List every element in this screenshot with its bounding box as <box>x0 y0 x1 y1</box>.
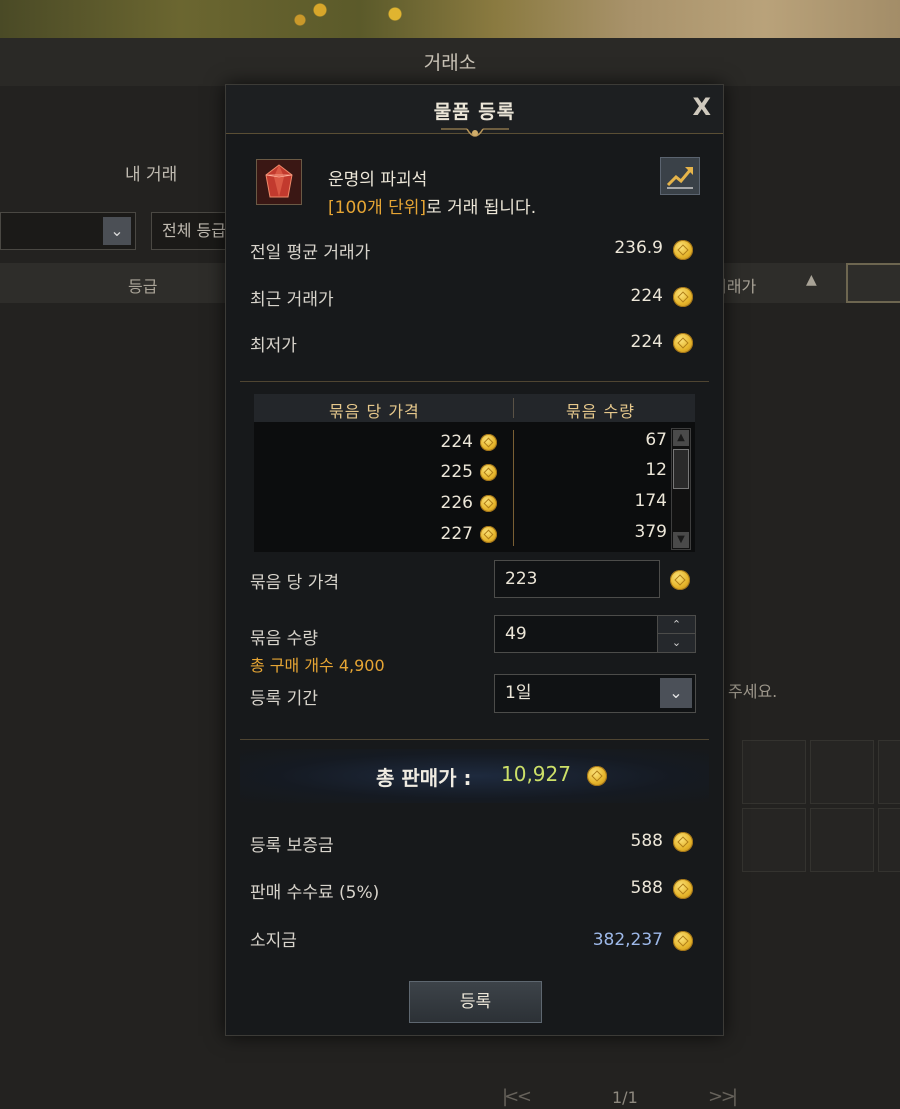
deposit-label: 등록 보증금 <box>250 836 334 856</box>
item-unit-note: [100개 단위]로 거래 됩니다. <box>328 193 536 218</box>
category-select[interactable]: ⌄ <box>0 212 136 250</box>
total-sale-banner <box>240 749 709 803</box>
slot <box>742 740 806 804</box>
bundle-qty-value: 49 <box>505 624 527 644</box>
listing-qty[interactable]: 67 <box>645 430 667 450</box>
item-name: 운명의 파괴석 <box>328 170 428 190</box>
total-sale-label: 총 판매가 : <box>376 766 472 790</box>
divider <box>240 381 709 382</box>
slot <box>810 808 874 872</box>
bundle-price-input[interactable]: 223 <box>494 560 660 598</box>
gold-coin-icon <box>670 570 690 590</box>
market-listing-table: 묶음 당 가격 묶음 수량 224 67 225 12 226 174 227 … <box>254 394 695 552</box>
period-label: 등록 기간 <box>250 689 318 709</box>
listing-scrollbar[interactable]: ▲ ▼ <box>671 428 691 550</box>
gold-coin-icon <box>480 526 497 543</box>
period-select[interactable]: 1일 ⌄ <box>494 674 696 713</box>
quantity-stepper[interactable]: ⌃ ⌄ <box>657 616 695 654</box>
empty-notice: 주세요. <box>728 682 778 701</box>
listing-price[interactable]: 226 <box>441 493 473 513</box>
bundle-qty-input[interactable]: 49 ⌃ ⌄ <box>494 615 696 653</box>
gold-coin-icon <box>480 434 497 451</box>
sales-fee-label: 판매 수수료 (5%) <box>250 883 380 903</box>
gold-coin-icon <box>673 879 693 899</box>
scrollbar-thumb[interactable] <box>673 449 689 489</box>
recent-price-label: 최근 거래가 <box>250 290 334 310</box>
lowest-price-label: 최저가 <box>250 336 297 356</box>
owned-gold-label: 소지금 <box>250 931 297 951</box>
background-scenery <box>0 0 900 38</box>
register-button[interactable]: 등록 <box>409 981 542 1023</box>
header-box <box>846 263 900 303</box>
column-bundle-qty: 묶음 수량 <box>566 402 635 421</box>
close-icon[interactable]: X <box>692 93 711 121</box>
unit-suffix: 로 거래 됩니다. <box>426 198 537 218</box>
dialog-title: 물품 등록 <box>433 101 516 123</box>
pager-next-icon[interactable]: > >| <box>708 1086 738 1107</box>
stepper-up-icon[interactable]: ⌃ <box>657 616 695 634</box>
divider <box>240 739 709 740</box>
gold-coin-icon <box>673 333 693 353</box>
gold-coin-icon <box>480 495 497 512</box>
slot <box>878 740 900 804</box>
tab-my-trade[interactable]: 내 거래 <box>125 160 177 185</box>
listing-qty[interactable]: 12 <box>645 460 667 480</box>
gold-coin-icon <box>587 766 607 786</box>
red-gem-icon <box>256 159 302 205</box>
column-bundle-price: 묶음 당 가격 <box>329 402 420 421</box>
unit-highlight: [100개 단위] <box>328 198 427 218</box>
gold-coin-icon <box>673 240 693 260</box>
gold-coin-icon <box>673 931 693 951</box>
gold-coin-icon <box>673 832 693 852</box>
gold-coin-icon <box>673 287 693 307</box>
ornament-icon <box>441 128 509 137</box>
listing-qty[interactable]: 379 <box>635 522 667 542</box>
gold-coin-icon <box>480 464 497 481</box>
item-registration-dialog: 물품 등록 X 운명의 파괴석 [100개 단위]로 거래 됩니다. 전일 평균… <box>225 84 724 1036</box>
deposit-value: 588 <box>630 831 663 851</box>
pager-prev-icon[interactable]: |< < <box>502 1086 532 1107</box>
pager-text: 1/1 <box>612 1088 638 1107</box>
prev-day-avg-label: 전일 평균 거래가 <box>250 243 371 263</box>
bundle-price-label: 묶음 당 가격 <box>250 573 340 593</box>
sales-fee-value: 588 <box>630 878 663 898</box>
total-buy-count: 총 구매 개수 4,900 <box>250 656 385 675</box>
lowest-price-value: 224 <box>630 332 663 352</box>
listing-qty[interactable]: 174 <box>635 491 667 511</box>
listing-price[interactable]: 224 <box>441 432 473 452</box>
grade-filter-select[interactable]: 전체 등급 <box>151 212 231 250</box>
listing-price[interactable]: 225 <box>441 462 473 482</box>
chevron-down-icon: ⌄ <box>103 217 131 245</box>
prev-day-avg-value: 236.9 <box>614 238 663 258</box>
bundle-qty-label: 묶음 수량 <box>250 629 318 649</box>
sort-up-icon[interactable]: ▲ <box>806 272 817 288</box>
column-separator <box>513 398 514 418</box>
scroll-down-icon[interactable]: ▼ <box>673 532 689 548</box>
owned-gold-value: 382,237 <box>592 930 663 950</box>
column-grade[interactable]: 등급 <box>128 273 157 297</box>
price-chart-button[interactable] <box>660 157 700 195</box>
period-value: 1일 <box>505 683 532 703</box>
slot <box>878 808 900 872</box>
chevron-down-icon[interactable]: ⌄ <box>660 678 692 708</box>
listing-price[interactable]: 227 <box>441 524 473 544</box>
recent-price-value: 224 <box>630 286 663 306</box>
scroll-up-icon[interactable]: ▲ <box>673 430 689 446</box>
market-window-title: 거래소 <box>423 52 477 74</box>
stepper-down-icon[interactable]: ⌄ <box>657 634 695 652</box>
price-chart-icon <box>666 167 693 189</box>
column-separator <box>513 430 514 546</box>
slot <box>810 740 874 804</box>
total-sale-value: 10,927 <box>501 762 571 786</box>
slot <box>742 808 806 872</box>
